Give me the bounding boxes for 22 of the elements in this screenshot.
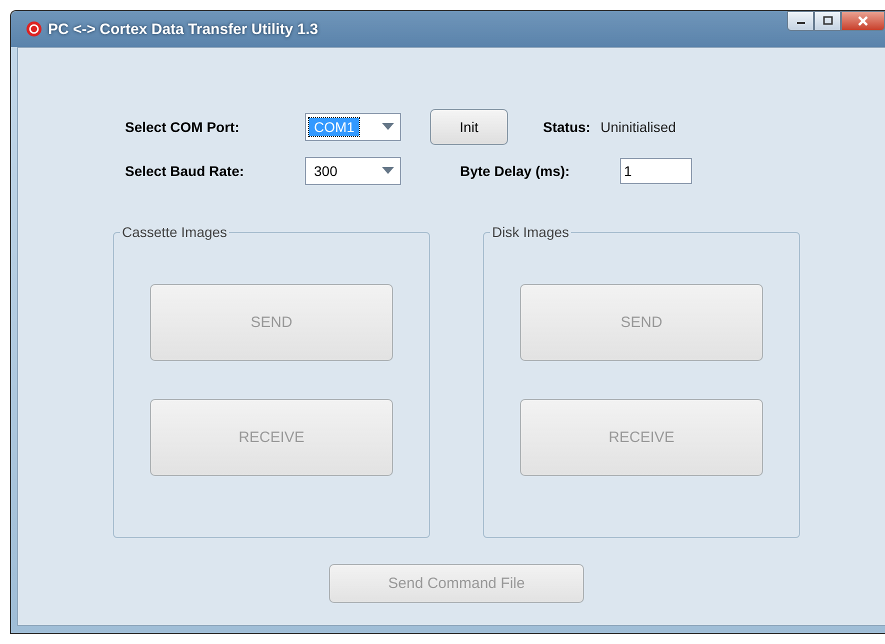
com-port-dropdown[interactable]: COM1 xyxy=(305,113,401,141)
dropdown-arrow-icon xyxy=(382,123,394,131)
maximize-icon xyxy=(822,16,832,26)
window-title: PC <-> Cortex Data Transfer Utility 1.3 xyxy=(48,20,318,38)
group-title: Cassette Images xyxy=(120,224,230,240)
status-label: Status: xyxy=(543,119,590,135)
com-port-value: COM1 xyxy=(309,118,360,136)
com-port-label: Select COM Port: xyxy=(125,119,240,135)
baud-rate-value: 300 xyxy=(313,162,338,180)
byte-delay-label: Byte Delay (ms): xyxy=(460,163,571,179)
baud-rate-label: Select Baud Rate: xyxy=(125,163,246,179)
minimize-button[interactable] xyxy=(787,11,814,31)
close-button[interactable] xyxy=(841,11,885,31)
dropdown-arrow-icon xyxy=(382,167,394,175)
group-title: Disk Images xyxy=(490,224,572,240)
status-value: Uninitialised xyxy=(600,119,676,135)
app-icon xyxy=(26,21,42,37)
byte-delay-field[interactable]: 1 xyxy=(620,158,692,184)
init-button[interactable]: Init xyxy=(430,109,508,145)
maximize-button[interactable] xyxy=(814,11,841,31)
close-icon xyxy=(857,15,869,27)
baud-rate-dropdown[interactable]: 300 xyxy=(305,157,401,185)
